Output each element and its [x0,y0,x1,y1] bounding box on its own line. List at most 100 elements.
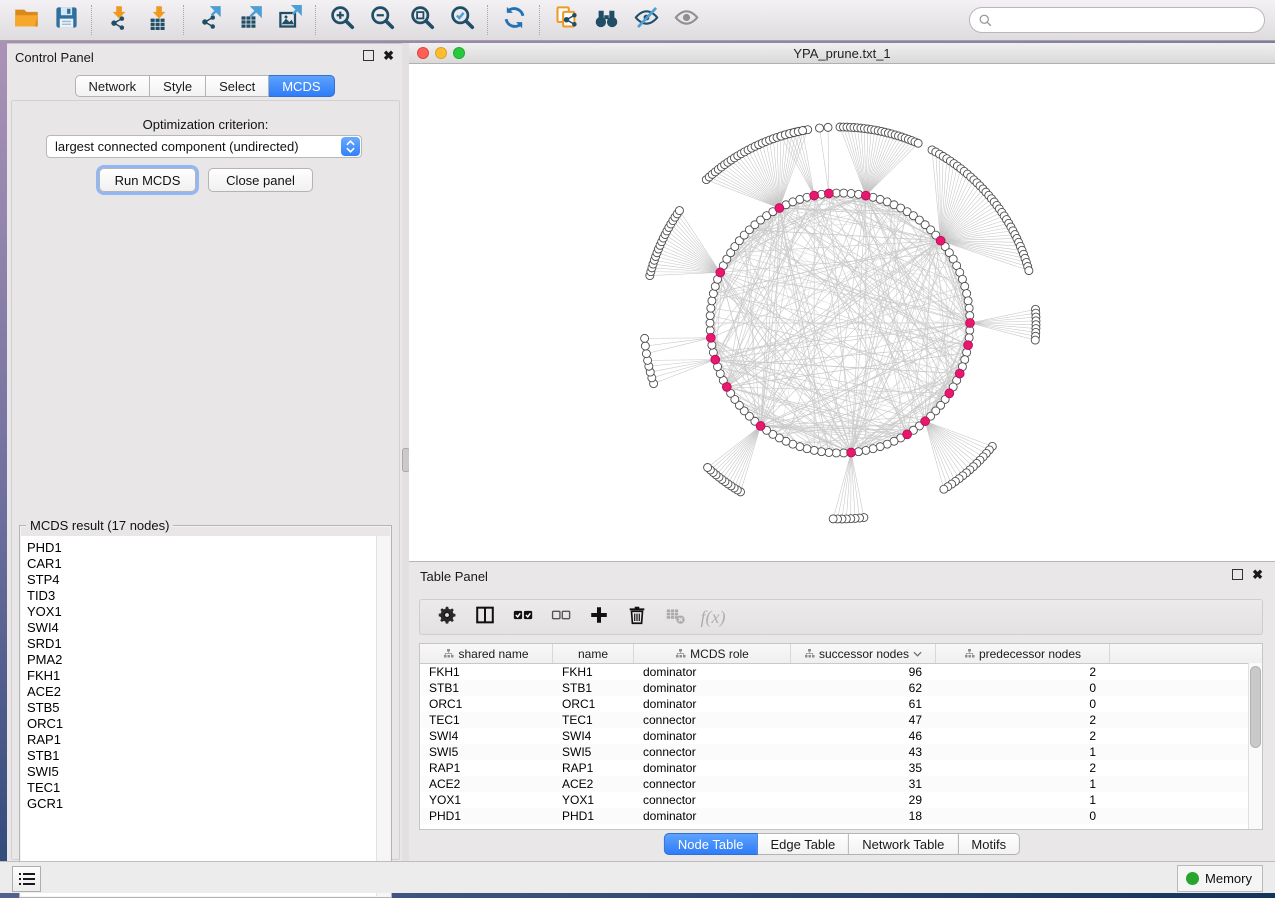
first-neighbors-button[interactable] [586,3,626,37]
tab-motifs[interactable]: Motifs [958,833,1020,855]
column-header-predecessor-nodes[interactable]: predecessor nodes [936,644,1110,663]
hide-selected-button[interactable] [626,3,666,37]
mcds-result-item[interactable]: YOX1 [27,604,390,620]
node-table[interactable]: shared namenameMCDS rolesuccessor nodesp… [419,643,1263,830]
tab-edge-table[interactable]: Edge Table [757,833,849,855]
network-graph[interactable] [409,64,1275,561]
import-network-button[interactable] [98,3,138,37]
gear-button[interactable] [428,602,466,632]
graph-dominator-node[interactable] [966,319,975,328]
mcds-result-item[interactable]: STB5 [27,700,390,716]
memory-button[interactable]: Memory [1177,865,1263,892]
export-network-button[interactable] [190,3,230,37]
tab-network[interactable]: Network [74,75,150,97]
task-history-button[interactable] [12,866,41,892]
mcds-result-item[interactable]: ORC1 [27,716,390,732]
mcds-result-item[interactable]: ACE2 [27,684,390,700]
table-row[interactable]: RAP1RAP1dominator352 [420,760,1262,776]
mcds-result-item[interactable]: TEC1 [27,780,390,796]
zoom-fit-button[interactable] [402,3,442,37]
export-table-button[interactable] [230,3,270,37]
mcds-result-item[interactable]: FKH1 [27,668,390,684]
table-row[interactable]: SWI4SWI4dominator462 [420,728,1262,744]
graph-dominator-node[interactable] [921,417,930,426]
duplicate-network-button[interactable] [546,3,586,37]
import-table-button[interactable] [138,3,178,37]
open-file-button[interactable] [6,3,46,37]
network-window-titlebar[interactable]: YPA_prune.txt_1 [409,43,1275,64]
graph-node [810,446,818,454]
criterion-dropdown[interactable]: largest connected component (undirected) [46,135,362,158]
mcds-result-item[interactable]: TID3 [27,588,390,604]
close-panel-icon[interactable]: ✖ [1252,569,1263,580]
mcds-result-item[interactable]: RAP1 [27,732,390,748]
mcds-result-item[interactable]: GCR1 [27,796,390,812]
graph-dominator-node[interactable] [964,341,973,350]
tab-select[interactable]: Select [206,75,269,97]
graph-dominator-node[interactable] [861,191,870,200]
graph-dominator-node[interactable] [716,268,725,277]
table-row[interactable]: ACE2ACE2connector311 [420,776,1262,792]
trash-button[interactable] [618,602,656,632]
export-image-button[interactable] [270,3,310,37]
graph-dominator-node[interactable] [847,448,856,457]
search-input[interactable] [998,9,1264,31]
zoom-out-button[interactable] [362,3,402,37]
mcds-result-list[interactable]: PHD1CAR1STP4TID3YOX1SWI4SRD1PMA2FKH1ACE2… [21,536,390,896]
float-panel-icon[interactable] [363,50,374,61]
graph-dominator-node[interactable] [706,333,715,342]
table-row[interactable]: FKH1FKH1dominator962 [420,664,1262,680]
tab-style[interactable]: Style [150,75,206,97]
graph-dominator-node[interactable] [824,189,833,198]
table-row[interactable]: TEC1TEC1connector472 [420,712,1262,728]
mcds-result-item[interactable]: PHD1 [27,540,390,556]
tab-mcds[interactable]: MCDS [269,75,334,97]
table-scrollbar[interactable] [1248,663,1262,829]
table-row[interactable]: SWI5SWI5connector431 [420,744,1262,760]
mcds-result-item[interactable]: SWI5 [27,764,390,780]
table-scrollbar-thumb[interactable] [1250,666,1261,748]
graph-node [707,304,715,312]
close-panel-icon[interactable]: ✖ [383,50,394,61]
graph-dominator-node[interactable] [722,383,731,392]
show-all-button[interactable] [666,3,706,37]
tab-node-table[interactable]: Node Table [664,833,758,855]
mcds-result-item[interactable]: STB1 [27,748,390,764]
graph-dominator-node[interactable] [903,430,912,439]
uncheck-pair-button[interactable] [542,602,580,632]
mcds-result-item[interactable]: CAR1 [27,556,390,572]
graph-dominator-node[interactable] [945,389,954,398]
columns-button[interactable] [466,602,504,632]
plus-button[interactable] [580,602,618,632]
tab-network-table[interactable]: Network Table [849,833,958,855]
graph-dominator-node[interactable] [936,236,945,245]
table-row[interactable]: ORC1ORC1dominator610 [420,696,1262,712]
run-mcds-button[interactable]: Run MCDS [99,168,196,192]
float-panel-icon[interactable] [1232,569,1243,580]
column-header-name[interactable]: name [553,644,634,663]
mcds-result-item[interactable]: SWI4 [27,620,390,636]
network-canvas[interactable] [409,64,1275,561]
graph-dominator-node[interactable] [756,422,765,431]
save-session-button[interactable] [46,3,86,37]
mcds-result-item[interactable]: SRD1 [27,636,390,652]
mcds-result-item[interactable]: PMA2 [27,652,390,668]
graph-dominator-node[interactable] [775,204,784,213]
column-header-MCDS-role[interactable]: MCDS role [634,644,791,663]
graph-dominator-node[interactable] [810,191,819,200]
close-panel-button[interactable]: Close panel [208,168,313,192]
table-row[interactable]: STB1STB1dominator620 [420,680,1262,696]
column-header-successor-nodes[interactable]: successor nodes [791,644,936,663]
graph-dominator-node[interactable] [955,369,964,378]
zoom-in-button[interactable] [322,3,362,37]
column-header-shared-name[interactable]: shared name [420,644,553,663]
zoom-selected-button[interactable] [442,3,482,37]
table-row[interactable]: YOX1YOX1connector291 [420,792,1262,808]
mcds-list-scrollbar[interactable] [376,536,390,896]
mcds-result-item[interactable]: STP4 [27,572,390,588]
refresh-layout-button[interactable] [494,3,534,37]
table-row[interactable]: PHD1PHD1dominator180 [420,808,1262,824]
graph-dominator-node[interactable] [711,355,720,364]
check-pair-button[interactable] [504,602,542,632]
search-box[interactable] [969,7,1265,33]
